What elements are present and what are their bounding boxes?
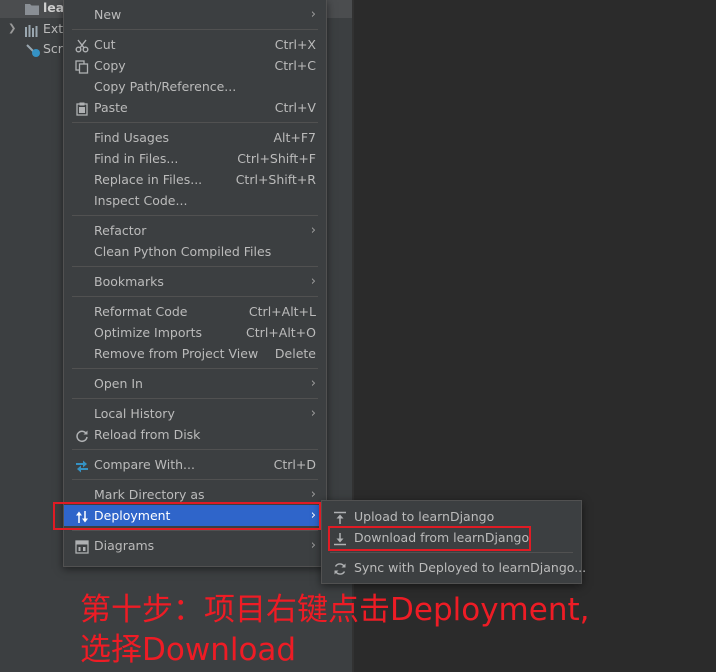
menu-separator (72, 479, 318, 480)
menu-item-label: Diagrams (94, 538, 155, 553)
menu-separator (72, 266, 318, 267)
menu-item-new[interactable]: New › (64, 4, 326, 25)
menu-item-reload-from-disk[interactable]: Reload from Disk (64, 424, 326, 445)
menu-item-label: Reload from Disk (94, 427, 201, 442)
upload-icon (333, 510, 347, 524)
sync-icon (333, 561, 347, 575)
library-icon (25, 23, 39, 37)
menu-item-find-usages[interactable]: Find Usages Alt+F7 (64, 127, 326, 148)
menu-item-label: Find in Files... (94, 151, 179, 166)
menu-separator (72, 29, 318, 30)
tree-item-scratches[interactable]: Scr (0, 39, 64, 59)
highlight-box-deployment (53, 502, 321, 530)
diagram-icon (75, 539, 89, 554)
project-tree (0, 0, 64, 672)
chevron-right-icon: › (310, 274, 316, 289)
chevron-right-icon: › (310, 7, 316, 22)
menu-separator (72, 296, 318, 297)
paste-icon (75, 101, 89, 116)
menu-item-compare-with[interactable]: Compare With... Ctrl+D (64, 454, 326, 475)
menu-item-label: Paste (94, 100, 128, 115)
copy-icon (75, 59, 89, 74)
menu-item-optimize-imports[interactable]: Optimize Imports Ctrl+Alt+O (64, 322, 326, 343)
menu-separator (72, 398, 318, 399)
menu-item-label: Copy Path/Reference... (94, 79, 237, 94)
menu-item-open-in[interactable]: Open In › (64, 373, 326, 394)
chevron-right-icon: › (310, 538, 316, 553)
menu-item-diagrams[interactable]: Diagrams › (64, 535, 326, 556)
menu-item-refactor[interactable]: Refactor › (64, 220, 326, 241)
menu-item-find-in-files[interactable]: Find in Files... Ctrl+Shift+F (64, 148, 326, 169)
menu-item-reformat-code[interactable]: Reformat Code Ctrl+Alt+L (64, 301, 326, 322)
menu-item-clean-python-compiled[interactable]: Clean Python Compiled Files (64, 241, 326, 262)
menu-item-remove-from-project-view[interactable]: Remove from Project View Delete (64, 343, 326, 364)
context-menu: New › Cut Ctrl+X Copy Ctrl+C Copy Path/R… (63, 0, 327, 567)
menu-item-shortcut: Ctrl+X (274, 37, 316, 52)
menu-item-label: Optimize Imports (94, 325, 203, 340)
menu-item-shortcut: Ctrl+Shift+F (237, 151, 316, 166)
annotation-line-2: 选择Download (80, 632, 297, 668)
menu-item-local-history[interactable]: Local History › (64, 403, 326, 424)
menu-item-label: Bookmarks (94, 274, 164, 289)
menu-item-label: Refactor (94, 223, 147, 238)
menu-item-copy[interactable]: Copy Ctrl+C (64, 55, 326, 76)
menu-item-shortcut: Ctrl+D (273, 457, 316, 472)
scissors-icon (75, 38, 89, 53)
tree-item-label: Ext (43, 21, 64, 36)
highlight-box-download (328, 526, 531, 551)
menu-separator (330, 552, 573, 553)
submenu-item-upload[interactable]: Upload to learnDjango (322, 506, 581, 527)
menu-separator (72, 215, 318, 216)
folder-icon (25, 1, 39, 15)
menu-item-label: Open In (94, 376, 143, 391)
menu-item-label: Reformat Code (94, 304, 188, 319)
tree-item-project[interactable]: lea (0, 0, 64, 18)
menu-item-label: Copy (94, 58, 126, 73)
menu-item-shortcut: Ctrl+V (274, 100, 316, 115)
menu-item-label: New (94, 7, 122, 22)
menu-item-label: Clean Python Compiled Files (94, 244, 272, 259)
menu-item-label: Sync with Deployed to learnDjango... (354, 560, 587, 575)
menu-separator (72, 530, 318, 531)
menu-item-label: Compare With... (94, 457, 195, 472)
menu-item-paste[interactable]: Paste Ctrl+V (64, 97, 326, 118)
compare-icon (75, 458, 89, 473)
menu-item-bookmarks[interactable]: Bookmarks › (64, 271, 326, 292)
menu-item-label: Remove from Project View (94, 346, 259, 361)
menu-item-label: Find Usages (94, 130, 170, 145)
menu-separator (72, 368, 318, 369)
menu-item-shortcut: Ctrl+Alt+L (248, 304, 316, 319)
menu-separator (72, 449, 318, 450)
reload-icon (75, 428, 89, 443)
menu-item-shortcut: Ctrl+Alt+O (246, 325, 316, 340)
menu-separator (72, 122, 318, 123)
chevron-right-icon: › (310, 223, 316, 238)
menu-item-label: Upload to learnDjango (354, 509, 495, 524)
menu-item-shortcut: Ctrl+Shift+R (235, 172, 316, 187)
menu-item-replace-in-files[interactable]: Replace in Files... Ctrl+Shift+R (64, 169, 326, 190)
annotation-line-1: 第十步：项目右键点击Deployment, (80, 592, 590, 628)
chevron-right-icon: › (310, 376, 316, 391)
menu-item-shortcut: Delete (274, 346, 316, 361)
submenu-item-sync[interactable]: Sync with Deployed to learnDjango... (322, 557, 586, 578)
menu-item-cut[interactable]: Cut Ctrl+X (64, 34, 326, 55)
scratches-icon (25, 43, 40, 57)
menu-item-label: Local History (94, 406, 175, 421)
menu-item-label: Replace in Files... (94, 172, 203, 187)
chevron-right-icon[interactable]: ❯ (8, 19, 18, 39)
menu-item-label: Inspect Code... (94, 193, 188, 208)
menu-item-shortcut: Alt+F7 (273, 130, 316, 145)
chevron-right-icon: › (310, 406, 316, 421)
menu-item-copy-path[interactable]: Copy Path/Reference... (64, 76, 326, 97)
tree-item-label: lea (43, 0, 65, 15)
tree-item-label: Scr (43, 41, 63, 56)
tree-item-external-libraries[interactable]: ❯ Ext (0, 19, 64, 39)
menu-item-shortcut: Ctrl+C (274, 58, 316, 73)
menu-item-inspect-code[interactable]: Inspect Code... (64, 190, 326, 211)
menu-item-label: Cut (94, 37, 116, 52)
